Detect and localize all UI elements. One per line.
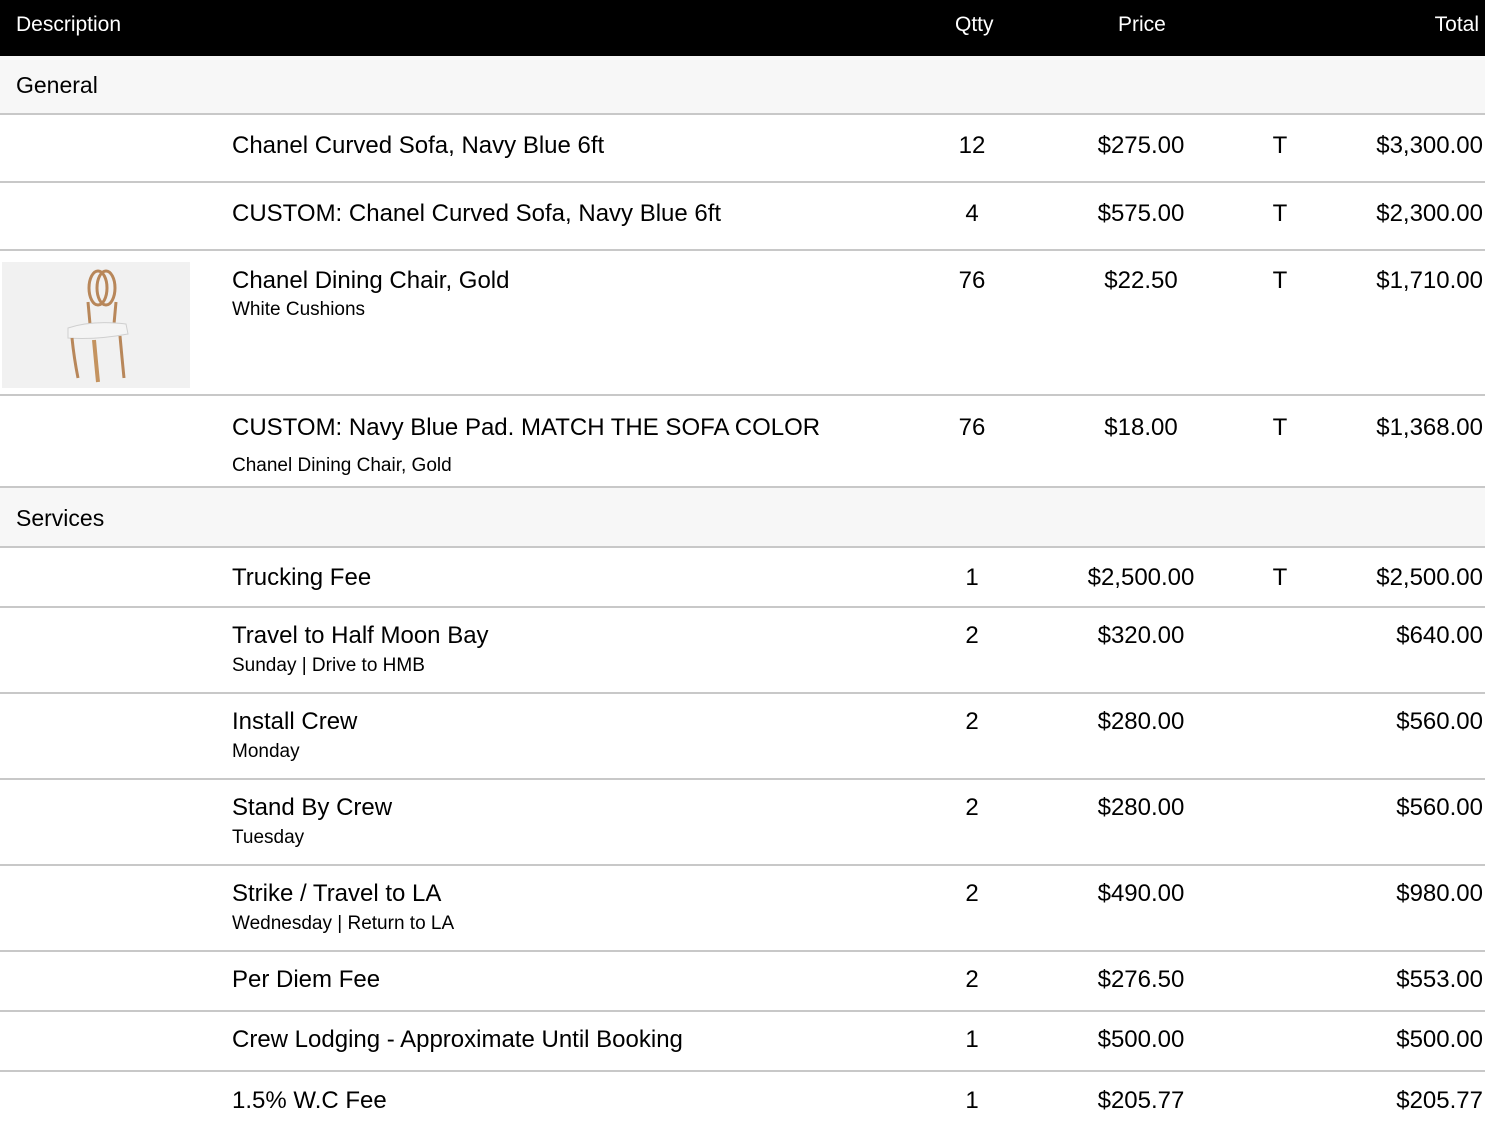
item-description: 1.5% W.C Fee (232, 1087, 387, 1114)
header-description: Description (16, 13, 122, 36)
item-total: $640.00 (1396, 622, 1483, 649)
item-price: $205.77 (1097, 1087, 1185, 1114)
item-price: $2,500.00 (1087, 564, 1195, 591)
item-qty: 2 (965, 794, 979, 821)
item-price: $280.00 (1097, 794, 1185, 821)
table-row: Crew Lodging - Approximate Until Booking… (0, 1012, 1485, 1072)
table-row: Per Diem Fee 2 $276.50 $553.00 (0, 952, 1485, 1012)
table-row: Strike / Travel to LA Wednesday | Return… (0, 866, 1485, 952)
item-description: Stand By Crew (232, 794, 393, 821)
item-total: $553.00 (1396, 966, 1483, 993)
item-price: $490.00 (1097, 880, 1185, 907)
item-tax-flag: T (1272, 132, 1288, 159)
item-description: Trucking Fee (232, 564, 372, 591)
item-tax-flag: T (1272, 564, 1288, 591)
item-description: Strike / Travel to LA (232, 880, 442, 907)
item-description: Crew Lodging - Approximate Until Booking (232, 1026, 683, 1053)
item-total: $1,368.00 (1376, 414, 1483, 441)
item-description: Chanel Dining Chair, Gold (232, 267, 510, 294)
table-row: CUSTOM: Navy Blue Pad. MATCH THE SOFA CO… (0, 396, 1485, 488)
item-total: $980.00 (1396, 880, 1483, 907)
item-price: $575.00 (1097, 200, 1185, 227)
item-qty: 76 (958, 267, 986, 294)
table-row: Chanel Curved Sofa, Navy Blue 6ft 12 $27… (0, 115, 1485, 183)
item-subtext: Monday (232, 741, 300, 762)
item-description: CUSTOM: Navy Blue Pad. MATCH THE SOFA CO… (232, 414, 821, 441)
item-tax-flag: T (1272, 267, 1288, 294)
item-qty: 1 (965, 564, 979, 591)
table-row: Install Crew Monday 2 $280.00 $560.00 (0, 694, 1485, 780)
group-header-services: Services (0, 488, 1485, 548)
item-total: $2,300.00 (1376, 200, 1483, 227)
item-qty: 2 (965, 880, 979, 907)
table-row: CUSTOM: Chanel Curved Sofa, Navy Blue 6f… (0, 183, 1485, 251)
item-qty: 2 (965, 708, 979, 735)
chair-image (2, 262, 190, 388)
line-items-table: Description Qtty Price Total General Cha… (0, 0, 1485, 1122)
item-subtext: Sunday | Drive to HMB (232, 655, 425, 676)
item-tax-flag: T (1272, 414, 1288, 441)
item-qty: 2 (965, 622, 979, 649)
item-price: $276.50 (1097, 966, 1185, 993)
group-header-general: General (0, 56, 1485, 115)
item-qty: 2 (965, 966, 979, 993)
item-price: $280.00 (1097, 708, 1185, 735)
table-header: Description Qtty Price Total (0, 0, 1485, 56)
item-qty: 12 (958, 132, 986, 159)
item-total: $500.00 (1396, 1026, 1483, 1053)
item-tax-flag: T (1272, 200, 1288, 227)
item-subtext: Wednesday | Return to LA (232, 913, 455, 934)
item-qty: 76 (958, 414, 986, 441)
item-qty: 1 (965, 1087, 979, 1114)
item-description: Install Crew (232, 708, 358, 735)
item-price: $320.00 (1097, 622, 1185, 649)
item-subtext: Chanel Dining Chair, Gold (232, 455, 452, 476)
item-description: Per Diem Fee (232, 966, 381, 993)
item-price: $22.50 (1104, 267, 1178, 294)
item-description: CUSTOM: Chanel Curved Sofa, Navy Blue 6f… (232, 200, 722, 227)
header-price: Price (1118, 13, 1166, 36)
item-total: $560.00 (1396, 794, 1483, 821)
item-total: $205.77 (1396, 1087, 1483, 1114)
item-description: Chanel Curved Sofa, Navy Blue 6ft (232, 132, 605, 159)
table-row: Chanel Dining Chair, Gold White Cushions… (0, 251, 1485, 396)
item-price: $18.00 (1104, 414, 1178, 441)
header-total: Total (1434, 13, 1479, 36)
item-price: $500.00 (1097, 1026, 1185, 1053)
table-row: 1.5% W.C Fee 1 $205.77 $205.77 (0, 1072, 1485, 1122)
item-total: $2,500.00 (1376, 564, 1483, 591)
item-total: $560.00 (1396, 708, 1483, 735)
item-subtext: White Cushions (232, 299, 366, 320)
item-qty: 4 (965, 200, 979, 227)
header-qty: Qtty (955, 13, 994, 36)
group-title: General (16, 72, 98, 98)
item-price: $275.00 (1097, 132, 1185, 159)
item-total: $3,300.00 (1376, 132, 1483, 159)
item-description: Travel to Half Moon Bay (232, 622, 489, 649)
item-total: $1,710.00 (1376, 267, 1483, 294)
table-row: Stand By Crew Tuesday 2 $280.00 $560.00 (0, 780, 1485, 866)
table-row: Travel to Half Moon Bay Sunday | Drive t… (0, 608, 1485, 694)
table-row: Trucking Fee 1 $2,500.00 T $2,500.00 (0, 548, 1485, 608)
group-title: Services (16, 505, 105, 531)
item-subtext: Tuesday (232, 827, 305, 848)
item-qty: 1 (965, 1026, 979, 1053)
